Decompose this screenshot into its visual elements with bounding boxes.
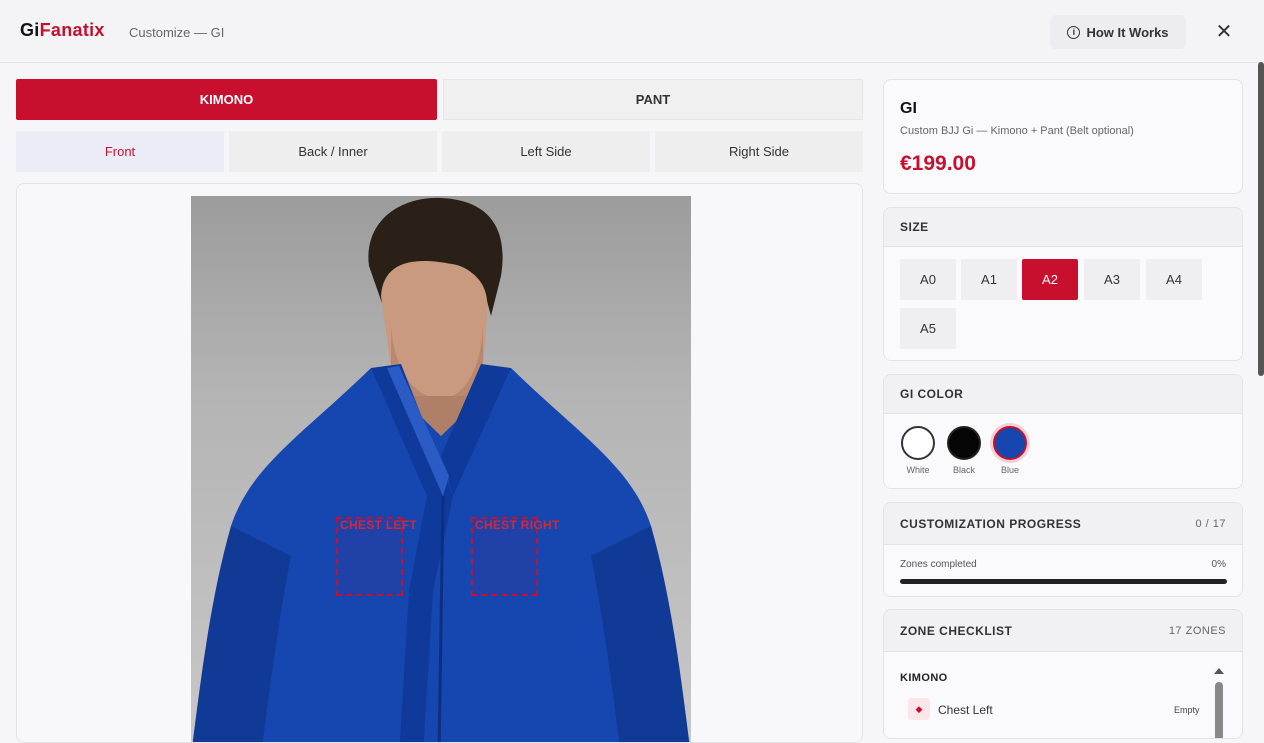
color-label-blue: Blue bbox=[1000, 465, 1019, 475]
tab-left-side[interactable]: Left Side bbox=[442, 131, 650, 172]
size-title: SIZE bbox=[900, 220, 929, 234]
size-option-a3[interactable]: A3 bbox=[1084, 259, 1140, 300]
product-price: €199.00 bbox=[900, 152, 976, 175]
product-title: GI bbox=[900, 100, 917, 117]
checklist-title: ZONE CHECKLIST bbox=[900, 623, 1013, 638]
checklist-scroll-up-icon[interactable] bbox=[1214, 668, 1224, 674]
color-label-white: White bbox=[906, 465, 930, 475]
color-label-black: Black bbox=[952, 465, 975, 475]
page-subtitle: Customize — GI bbox=[129, 25, 225, 40]
size-option-a4[interactable]: A4 bbox=[1146, 259, 1202, 300]
gi-color-header: GI COLOR bbox=[884, 375, 1242, 414]
tab-right-side[interactable]: Right Side bbox=[655, 131, 863, 172]
tab-kimono[interactable]: KIMONO bbox=[16, 79, 437, 120]
progress-card: CUSTOMIZATION PROGRESS 0 / 17 Zones comp… bbox=[883, 502, 1243, 597]
info-icon: i bbox=[1067, 25, 1081, 39]
size-option-a0[interactable]: A0 bbox=[900, 259, 956, 300]
tab-back-inner[interactable]: Back / Inner bbox=[229, 131, 437, 172]
progress-title: CUSTOMIZATION PROGRESS bbox=[900, 516, 1082, 531]
product-description: Custom BJJ Gi — Kimono + Pant (Belt opti… bbox=[900, 125, 1134, 137]
color-swatch-blue[interactable] bbox=[993, 426, 1027, 460]
gi-color-card: GI COLOR White Black Blue bbox=[883, 374, 1243, 489]
logo[interactable]: GiFanatix bbox=[20, 20, 105, 41]
checklist-scrollbar[interactable] bbox=[1215, 682, 1223, 738]
zone-chest-right-label: CHEST RIGHT bbox=[475, 518, 560, 532]
page-scrollbar[interactable] bbox=[1258, 62, 1264, 376]
color-swatch-black[interactable] bbox=[947, 426, 981, 460]
tab-pant[interactable]: PANT bbox=[443, 79, 863, 120]
gi-color-title: GI COLOR bbox=[900, 387, 964, 401]
tab-front[interactable]: Front bbox=[16, 131, 224, 172]
gi-model-photo: CHEST LEFT CHEST RIGHT bbox=[191, 196, 691, 742]
checklist-section-kimono: KIMONO bbox=[900, 672, 948, 684]
product-card: GI Custom BJJ Gi — Kimono + Pant (Belt o… bbox=[883, 79, 1243, 194]
progress-count: 0 / 17 bbox=[1195, 517, 1226, 530]
how-it-works-button[interactable]: i How It Works bbox=[1050, 15, 1186, 49]
close-button[interactable]: ✕ bbox=[1210, 18, 1238, 46]
checklist-item-chest-left[interactable]: Chest Left bbox=[938, 703, 993, 717]
size-card: SIZE A0 A1 A2 A3 A4 A5 bbox=[883, 207, 1243, 361]
progress-percent: 0% bbox=[1211, 559, 1226, 570]
how-it-works-label: How It Works bbox=[1086, 24, 1169, 40]
checklist-header: ZONE CHECKLIST 17 ZONES bbox=[884, 610, 1242, 652]
zone-chest-left-label: CHEST LEFT bbox=[340, 518, 417, 532]
checklist-count: 17 ZONES bbox=[1168, 624, 1226, 637]
checklist-item-status: Empty bbox=[1174, 705, 1200, 715]
size-option-a1[interactable]: A1 bbox=[961, 259, 1017, 300]
top-bar: GiFanatix Customize — GI i How It Works … bbox=[0, 0, 1264, 63]
design-canvas: CHEST LEFT CHEST RIGHT bbox=[16, 183, 863, 743]
size-option-a2[interactable]: A2 bbox=[1022, 259, 1078, 300]
size-header: SIZE bbox=[884, 208, 1242, 247]
progress-header: CUSTOMIZATION PROGRESS 0 / 17 bbox=[884, 503, 1242, 545]
gi-illustration bbox=[192, 197, 690, 742]
chest-left-icon: ◆ bbox=[908, 698, 930, 720]
progress-label: Zones completed bbox=[900, 559, 977, 570]
progress-bar bbox=[900, 579, 1227, 584]
size-option-a5[interactable]: A5 bbox=[900, 308, 956, 349]
color-swatch-white[interactable] bbox=[901, 426, 935, 460]
